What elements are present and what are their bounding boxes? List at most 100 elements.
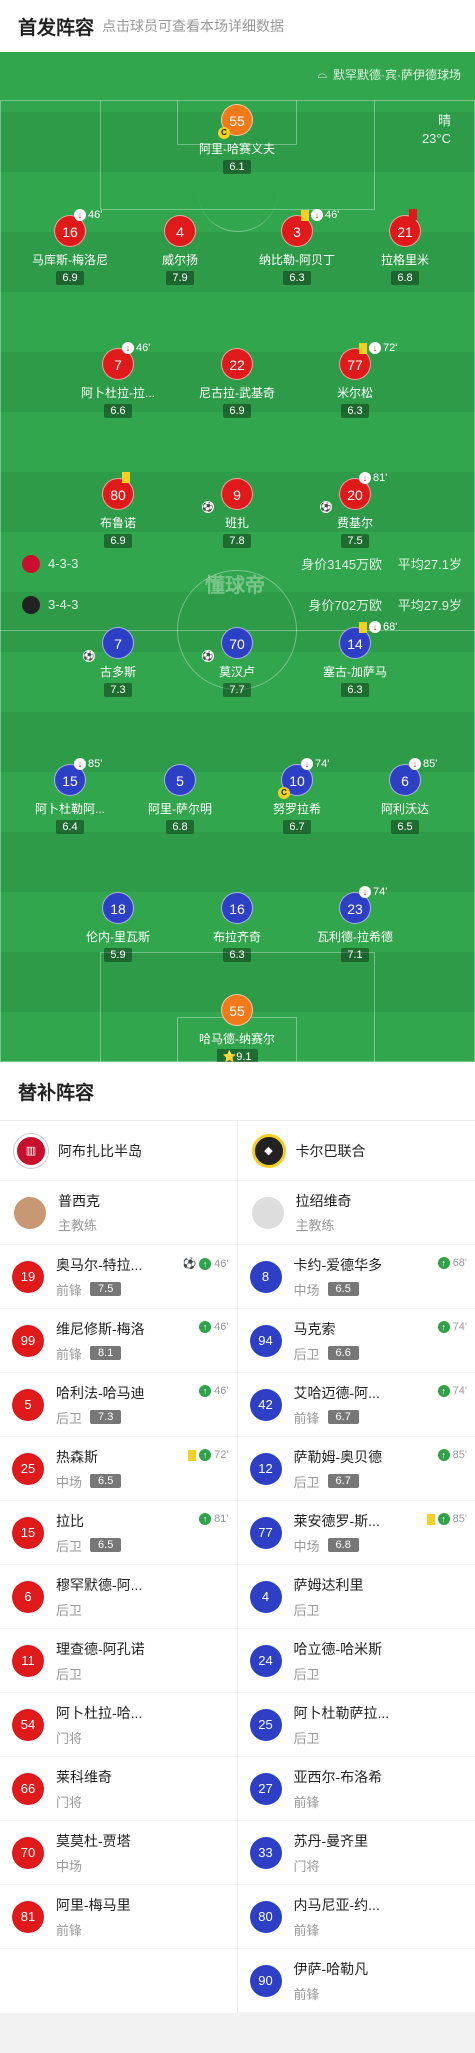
sub-player[interactable]: 11 理查德-阿孔诺 后卫 <box>0 1629 237 1693</box>
weather-condition: 晴 <box>437 113 451 128</box>
sub-minute: 85' <box>423 758 438 770</box>
away-player[interactable]: 18 伦内-里瓦斯 5.9 <box>58 892 178 963</box>
player-number: 7 ⚽ <box>83 627 134 662</box>
player-number: 19 <box>12 1260 44 1293</box>
sub-player[interactable]: 42 艾哈迈德-阿... 前锋 6.7 ↑ 74' <box>237 1373 475 1437</box>
sub-player[interactable]: 27 亚西尔-布洛希 前锋 <box>237 1757 475 1821</box>
home-player[interactable]: 80 布鲁诺 6.9 <box>58 472 178 549</box>
yellow-card-icon <box>359 342 367 354</box>
sub-player[interactable]: 12 萨勒姆-奥贝德 后卫 6.7 ↑ 85' <box>237 1437 475 1501</box>
sub-in-icon: ↑ <box>437 1385 450 1397</box>
sub-player[interactable]: 5 哈利法-哈马迪 后卫 7.3 ↑ 46' <box>0 1373 237 1437</box>
sub-in-icon: ↑ <box>437 1513 450 1525</box>
sub-player[interactable]: 4 萨姆达利里 后卫 <box>237 1565 475 1629</box>
away-formation: 3-4-3 <box>48 597 79 612</box>
player-name: 维尼修斯-梅洛 <box>56 1320 145 1337</box>
player-number: 5 <box>12 1388 44 1421</box>
home-coach[interactable]: 普西克 主教练 <box>0 1181 237 1245</box>
home-subs-column: ▥ 阿布扎比半岛 普西克 主教练 19 奥马尔-特拉... 前锋 7.5 ⚽ ↑ 46' 99… <box>0 1121 238 2013</box>
event-badges: ↑ 46' <box>199 1321 229 1333</box>
captain-icon: C <box>278 787 290 799</box>
event-badges: ↓ 46' <box>122 342 150 354</box>
star-icon: ⭐ <box>222 1051 237 1062</box>
player-position: 后卫 <box>293 1346 320 1362</box>
player-meta: 中场 <box>56 1856 131 1875</box>
player-meta: 中场 6.5 <box>294 1280 383 1299</box>
sub-player[interactable]: 25 热森斯 中场 6.5 ↑ 72' <box>0 1437 237 1501</box>
sub-player[interactable]: 77 莱安德罗-斯... 中场 6.8 ↑ 85' <box>237 1501 475 1565</box>
rating-value: 7.7 <box>229 684 245 696</box>
sub-in-icon: ↑ <box>437 1321 450 1333</box>
sub-player[interactable]: 6 穆罕默德-阿... 后卫 <box>0 1565 237 1629</box>
sub-player[interactable]: 80 内马尼亚-约... 前锋 <box>237 1885 475 1949</box>
player-rating: 7.8 <box>223 534 251 548</box>
player-position: 前锋 <box>56 1282 83 1298</box>
player-name: 拉比 <box>56 1512 84 1529</box>
away-player[interactable]: 15 ↓ 85' 阿卜杜勒阿... 6.4 <box>10 758 130 835</box>
sub-player[interactable]: 54 阿卜杜拉-哈... 门将 <box>0 1693 237 1757</box>
rating-value: 6.3 <box>347 405 363 417</box>
sub-player[interactable]: 66 莱科维奇 门将 <box>0 1757 237 1821</box>
home-team-icon <box>22 554 40 573</box>
sub-minute: 46' <box>214 1257 229 1270</box>
home-player[interactable]: 21 拉格里米 6.8 <box>345 209 465 286</box>
player-number: 70 ⚽ <box>202 627 253 662</box>
sub-player[interactable]: 90 伊萨-哈勒凡 前锋 <box>237 1949 475 2013</box>
away-player[interactable]: 6 ↓ 85' 阿利沃达 6.5 <box>345 758 465 835</box>
away-player[interactable]: 23 ↓ 74' 瓦利德-拉希德 7.1 <box>295 886 415 963</box>
sub-out-icon: ↓ <box>369 621 381 633</box>
home-player[interactable]: 20 ⚽ ↓ 81' 费基尔 7.5 <box>295 472 415 549</box>
sub-player[interactable]: 19 奥马尔-特拉... 前锋 7.5 ⚽ ↑ 46' <box>0 1245 237 1309</box>
away-player[interactable]: 55 哈马德-纳赛尔 ⭐9.1 <box>177 994 297 1062</box>
away-team-header[interactable]: ◆ 卡尔巴联合 <box>237 1121 475 1181</box>
player-position: 后卫 <box>293 1730 320 1746</box>
away-player[interactable]: 10 C ↓ 74' 努罗拉希 6.7 <box>237 758 357 835</box>
home-player[interactable]: 4 威尔扬 7.9 <box>120 215 240 286</box>
home-player[interactable]: 9 ⚽ 班扎 7.8 <box>177 478 297 549</box>
sub-player[interactable]: 94 马克索 后卫 6.6 ↑ 74' <box>237 1309 475 1373</box>
player-rating: 6.3 <box>341 683 369 697</box>
sub-player[interactable]: 8 卡约-爱德华多 中场 6.5 ↑ 68' <box>237 1245 475 1309</box>
home-player[interactable]: 77 ↓ 72' 米尔松 6.3 <box>295 342 415 419</box>
sub-in-icon: ↑ <box>437 1449 450 1461</box>
sub-player[interactable]: 24 哈立德-哈米斯 后卫 <box>237 1629 475 1693</box>
away-team-logo: ◆ <box>251 1133 286 1168</box>
event-badges: ↑ 68' <box>437 1257 467 1269</box>
home-player[interactable]: 55 C 阿里-哈赛义夫 6.1 <box>177 104 297 175</box>
home-player[interactable]: 3 ↓ 46' 纳比勒-阿贝丁 6.3 <box>237 209 357 286</box>
away-coach[interactable]: 拉绍维奇 主教练 <box>237 1181 475 1245</box>
player-rating: 6.4 <box>56 820 84 834</box>
home-player[interactable]: 7 ↓ 46' 阿卜杜拉-拉... 6.6 <box>58 342 178 419</box>
player-number: 54 <box>12 1708 44 1741</box>
sub-info: 穆罕默德-阿... 后卫 <box>56 1575 142 1619</box>
player-name: 莱安德罗-斯... <box>293 1512 380 1529</box>
player-position: 前锋 <box>293 1410 320 1426</box>
sub-player[interactable]: 99 维尼修斯-梅洛 前锋 8.1 ↑ 46' <box>0 1309 237 1373</box>
avatar <box>14 1196 46 1229</box>
away-player[interactable]: 5 阿里-萨尔明 6.8 <box>120 764 240 835</box>
home-team-header[interactable]: ▥ 阿布扎比半岛 <box>0 1121 237 1181</box>
sub-player[interactable]: 25 阿卜杜勒萨拉... 后卫 <box>237 1693 475 1757</box>
away-player[interactable]: 7 ⚽ 古多斯 7.3 <box>58 627 178 698</box>
home-player[interactable]: 16 ↓ 46' 马库斯-梅洛尼 6.9 <box>10 209 130 286</box>
sub-player[interactable]: 33 苏丹-曼齐里 门将 <box>237 1821 475 1885</box>
goal-icon: ⚽ <box>202 650 214 662</box>
yellow-card-icon <box>188 1449 197 1461</box>
player-name: 理查德-阿孔诺 <box>56 1640 145 1657</box>
sub-player[interactable]: 81 阿里-梅马里 前锋 <box>0 1885 237 1949</box>
away-coach-role: 主教练 <box>295 1218 335 1233</box>
away-player[interactable]: 16 布拉齐奇 6.3 <box>177 892 297 963</box>
away-player[interactable]: 70 ⚽ 莫汉卢 7.7 <box>177 627 297 698</box>
away-coach-name: 拉绍维奇 <box>295 1193 352 1209</box>
sub-player[interactable]: 15 拉比 后卫 6.5 ↑ 81' <box>0 1501 237 1565</box>
away-player[interactable]: 14 ↓ 68' 塞古-加萨马 6.3 <box>295 621 415 698</box>
sub-info: 哈利法-哈马迪 后卫 7.3 <box>56 1383 145 1427</box>
sub-minute: 68' <box>383 621 398 633</box>
sub-info: 奥马尔-特拉... 前锋 7.5 <box>56 1255 142 1299</box>
sub-minute: 46' <box>325 209 340 221</box>
sub-player[interactable]: 70 莫莫杜-贾塔 中场 <box>0 1821 237 1885</box>
player-number: 25 <box>12 1452 44 1485</box>
home-player[interactable]: 22 尼古拉-武基奇 6.9 <box>177 348 297 419</box>
sub-out-icon: ↓ <box>311 209 323 221</box>
sub-out-icon: ↓ <box>301 758 313 770</box>
